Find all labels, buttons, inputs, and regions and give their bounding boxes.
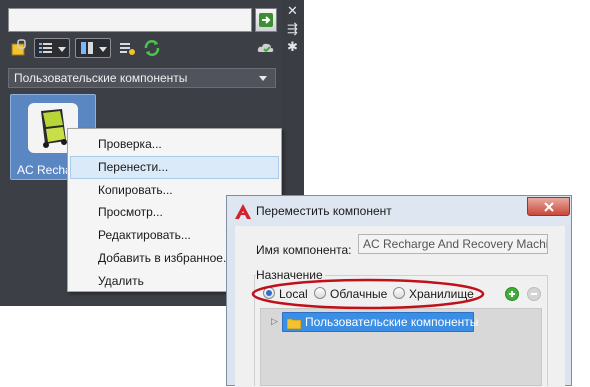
sync-icon <box>144 40 160 56</box>
folder-lock-button[interactable] <box>10 38 28 58</box>
folder-lock-icon <box>11 39 26 56</box>
menu-item-move[interactable]: Перенести... <box>70 155 279 179</box>
category-value: Пользовательские компоненты <box>14 71 188 85</box>
search-input[interactable] <box>8 8 252 32</box>
chevron-down-icon <box>58 47 66 52</box>
category-dropdown[interactable]: Пользовательские компоненты <box>8 68 276 88</box>
radio-storage[interactable] <box>393 287 405 299</box>
go-arrow-icon <box>259 13 273 27</box>
menu-item-check[interactable]: Проверка... <box>68 133 281 156</box>
sync-button[interactable] <box>143 38 161 58</box>
radio-local[interactable] <box>263 287 275 299</box>
add-location-button[interactable] <box>505 287 519 301</box>
sort-dropdown[interactable] <box>75 38 111 58</box>
properties-icon <box>120 43 135 55</box>
radio-storage-label[interactable]: Хранилище <box>409 287 474 301</box>
radio-cloud[interactable] <box>314 287 326 299</box>
cloud-sync-button[interactable] <box>256 38 276 58</box>
close-icon <box>544 202 554 212</box>
chevron-down-icon <box>259 76 267 81</box>
folder-icon <box>287 318 301 329</box>
view-list-icon <box>39 43 52 53</box>
tree-node-label: Пользовательские компоненты <box>305 315 479 329</box>
tree-node-custom-components[interactable]: Пользовательские компоненты <box>282 312 478 332</box>
properties-button[interactable] <box>118 38 136 58</box>
view-mode-dropdown[interactable] <box>34 38 70 58</box>
destination-tree: ▷ Пользовательские компоненты <box>260 308 542 386</box>
destination-label: Назначение <box>256 268 325 282</box>
close-icon[interactable]: ✕ <box>287 4 298 17</box>
dialog-title: Переместить компонент <box>256 204 392 218</box>
component-name-label: Имя компонента: <box>256 243 352 257</box>
expand-arrow-icon[interactable]: ▷ <box>271 316 278 327</box>
pin-icon[interactable]: ⇶ <box>287 22 298 35</box>
dialog-close-button[interactable] <box>527 197 570 216</box>
autodesk-logo-icon <box>235 204 251 219</box>
dialog-titlebar[interactable]: Переместить компонент <box>227 196 571 226</box>
chevron-down-icon <box>99 47 107 52</box>
cloud-check-icon <box>257 43 274 53</box>
search-go-button[interactable] <box>255 8 277 32</box>
radio-cloud-label[interactable]: Облачные <box>330 287 387 301</box>
component-name-field[interactable]: AC Recharge And Recovery Machine <box>358 234 548 254</box>
remove-location-button[interactable] <box>527 287 541 301</box>
gear-icon[interactable]: ✱ <box>287 40 298 53</box>
sort-icon <box>81 42 93 54</box>
radio-local-label[interactable]: Local <box>279 287 308 301</box>
